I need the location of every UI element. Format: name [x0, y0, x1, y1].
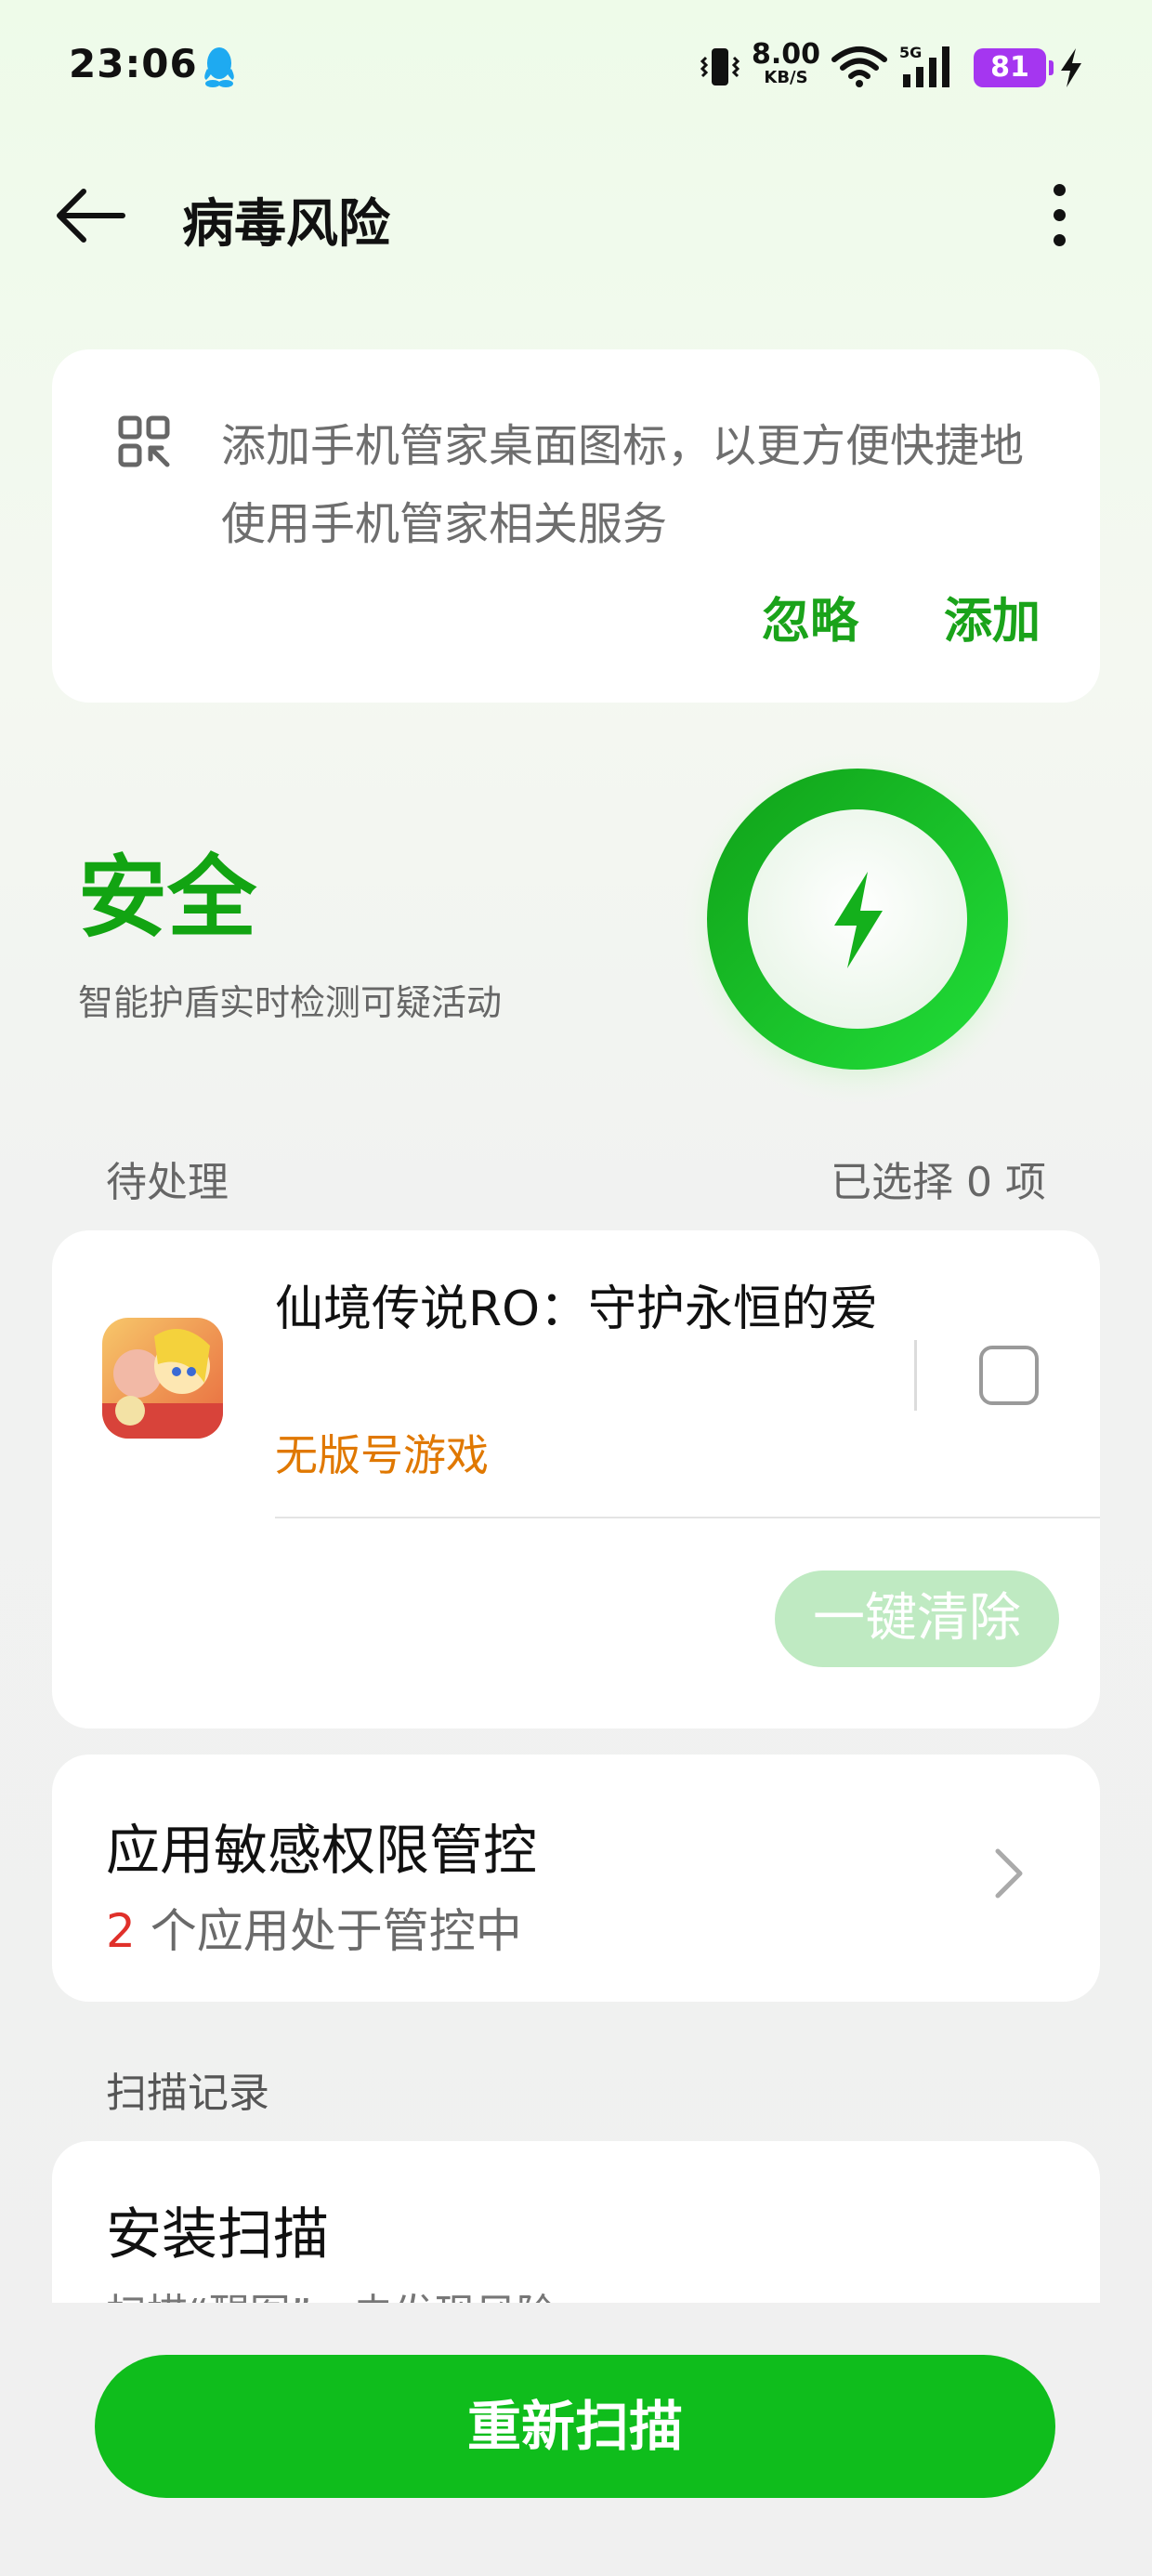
sensitive-permission-card[interactable]: 应用敏感权限管控 2 个应用处于管控中: [52, 1755, 1100, 2002]
scan-record-title: 安装扫描: [106, 2202, 329, 2267]
status-time: 23:06: [69, 41, 198, 86]
add-shortcut-card: 添加手机管家桌面图标，以更方便快捷地使用手机管家相关服务 忽略 添加: [52, 349, 1100, 703]
security-status-title: 安全: [78, 846, 256, 950]
scan-record-subtitle: 扫描“醒图”，未发现风险: [106, 2280, 557, 2303]
network-speed: 8.00 KB/S: [751, 41, 821, 93]
status-bar: 23:06 8.00 KB/S 5G 81: [0, 0, 1152, 139]
ignore-button[interactable]: 忽略: [762, 582, 858, 651]
network-speed-value: 8.00: [751, 38, 821, 71]
app-select-checkbox[interactable]: [979, 1346, 1039, 1405]
security-ring[interactable]: [678, 749, 1037, 1108]
one-click-clear-button[interactable]: 一键清除: [775, 1571, 1059, 1667]
permission-subtitle-text: 个应用处于管控中: [135, 1904, 522, 1958]
add-shortcut-button[interactable]: 添加: [944, 582, 1041, 651]
shortcut-icon: [118, 415, 170, 467]
back-arrow-icon[interactable]: [52, 178, 130, 253]
app-icon: [102, 1318, 223, 1439]
promo-message: 添加手机管家桌面图标，以更方便快捷地使用手机管家相关服务: [221, 420, 1025, 550]
vibrate-icon: [700, 48, 740, 85]
charging-icon: [1061, 48, 1081, 87]
network-speed-unit: KB/S: [764, 68, 808, 87]
pending-card: 仙境传说RO：守护永恒的爱 无版号游戏 一键清除: [52, 1230, 1100, 1728]
chevron-right-icon: [995, 1848, 1023, 1899]
qq-icon: [204, 47, 234, 87]
more-vertical-icon[interactable]: [1041, 178, 1078, 253]
permission-title: 应用敏感权限管控: [106, 1819, 538, 1882]
app-name: 仙境传说RO：守护永恒的爱: [275, 1281, 879, 1337]
rescan-button[interactable]: 重新扫描: [95, 2355, 1055, 2498]
signal-5g-icon: 5G: [899, 44, 949, 87]
permission-subtitle: 2 个应用处于管控中: [106, 1894, 522, 1961]
security-status-subtitle: 智能护盾实时检测可疑活动: [78, 982, 503, 1023]
controlled-app-count: 2: [106, 1904, 136, 1958]
svg-text:5G: 5G: [899, 44, 922, 61]
risk-tag: 无版号游戏: [275, 1430, 489, 1480]
vertical-divider: [914, 1340, 917, 1411]
scan-record-card[interactable]: 安装扫描 扫描“醒图”，未发现风险: [52, 2141, 1100, 2303]
page-title: 病毒风险: [182, 194, 390, 255]
wifi-icon: [831, 46, 887, 87]
selected-count: 已选择 0 项: [831, 1159, 1046, 1206]
pending-section-label: 待处理: [106, 1159, 229, 1206]
scan-records-label: 扫描记录: [106, 2070, 269, 2117]
battery-indicator: 81: [974, 48, 1054, 87]
row-divider: [275, 1517, 1100, 1518]
